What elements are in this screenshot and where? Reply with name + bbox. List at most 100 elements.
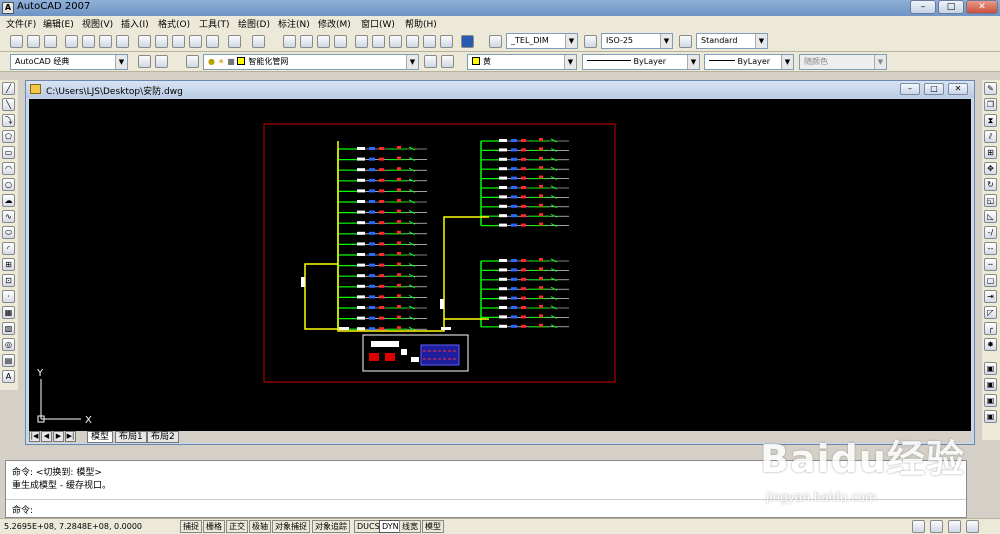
lineweight-select[interactable]: ByLayer ▼: [704, 54, 794, 70]
break-at-point-icon[interactable]: ╌: [984, 258, 997, 271]
menu-window[interactable]: 窗口(W): [361, 17, 395, 30]
otrack-toggle[interactable]: 对象追踪: [312, 520, 350, 533]
trim-icon[interactable]: -/: [984, 226, 997, 239]
osnap-toggle[interactable]: 对象捕捉: [272, 520, 310, 533]
mirror-icon[interactable]: ⧗: [984, 114, 997, 127]
multiline-text-icon[interactable]: A: [2, 370, 15, 383]
region-icon[interactable]: ◎: [2, 338, 15, 351]
polar-toggle[interactable]: 极轴: [249, 520, 271, 533]
arc-icon[interactable]: ◠: [2, 162, 15, 175]
copy-object-icon[interactable]: ❐: [984, 98, 997, 111]
sheet-set-icon[interactable]: [406, 35, 419, 48]
menu-help[interactable]: 帮助(H): [405, 17, 437, 30]
rectangle-icon[interactable]: ▭: [2, 146, 15, 159]
lock-toolbar-icon[interactable]: [930, 520, 943, 533]
revision-cloud-icon[interactable]: ☁: [2, 194, 15, 207]
table-icon[interactable]: ▤: [2, 354, 15, 367]
join-icon[interactable]: ⇥: [984, 290, 997, 303]
menu-draw[interactable]: 绘图(D): [238, 17, 270, 30]
tab-model[interactable]: 模型: [87, 431, 114, 443]
polyline-icon[interactable]: ⤵: [2, 114, 15, 127]
tab-layout1[interactable]: 布局1: [115, 431, 147, 443]
publish-icon[interactable]: [99, 35, 112, 48]
last-tab-button[interactable]: ▶|: [65, 431, 76, 442]
move-icon[interactable]: ✥: [984, 162, 997, 175]
cut-icon[interactable]: [138, 35, 151, 48]
help-icon[interactable]: [461, 35, 474, 48]
draw-order-front-icon[interactable]: ▣: [984, 362, 997, 375]
command-prompt[interactable]: 命令:: [12, 503, 33, 516]
save-icon[interactable]: [44, 35, 57, 48]
menu-edit[interactable]: 编辑(E): [43, 17, 74, 30]
menu-modify[interactable]: 修改(M): [318, 17, 351, 30]
hatch-icon[interactable]: ▦: [2, 306, 15, 319]
explode-icon[interactable]: ✸: [984, 338, 997, 351]
text-style-icon[interactable]: [489, 35, 502, 48]
prev-tab-button[interactable]: ◀: [41, 431, 52, 442]
gradient-icon[interactable]: ▧: [2, 322, 15, 335]
markup-icon[interactable]: [423, 35, 436, 48]
linetype-select[interactable]: ByLayer ▼: [582, 54, 700, 70]
clean-screen-icon[interactable]: [966, 520, 979, 533]
save-workspace-icon[interactable]: [155, 55, 168, 68]
menu-format[interactable]: 格式(O): [158, 17, 190, 30]
menu-view[interactable]: 视图(V): [82, 17, 113, 30]
block-editor-icon[interactable]: [206, 35, 219, 48]
ortho-toggle[interactable]: 正交: [226, 520, 248, 533]
zoom-previous-icon[interactable]: [334, 35, 347, 48]
line-icon[interactable]: ╱: [2, 82, 15, 95]
open-icon[interactable]: [27, 35, 40, 48]
send-under-icon[interactable]: ▣: [984, 410, 997, 423]
plot-preview-icon[interactable]: [82, 35, 95, 48]
drawing-restore-button[interactable]: □: [924, 83, 944, 95]
print-icon[interactable]: [65, 35, 78, 48]
menu-file[interactable]: 文件(F): [6, 17, 36, 30]
zoom-realtime-icon[interactable]: [300, 35, 313, 48]
text-style-select[interactable]: _TEL_DIM ▼: [506, 33, 578, 49]
lineweight-toggle[interactable]: 线宽: [399, 520, 421, 533]
menu-tools[interactable]: 工具(T): [199, 17, 230, 30]
workspace-settings-icon[interactable]: [138, 55, 151, 68]
zoom-window-icon[interactable]: [317, 35, 330, 48]
dim-style-icon[interactable]: [584, 35, 597, 48]
calculator-icon[interactable]: [440, 35, 453, 48]
3d-dwf-icon[interactable]: [116, 35, 129, 48]
first-tab-button[interactable]: |◀: [29, 431, 40, 442]
ellipse-arc-icon[interactable]: ◜: [2, 242, 15, 255]
pan-icon[interactable]: [283, 35, 296, 48]
break-icon[interactable]: ▢: [984, 274, 997, 287]
rotate-icon[interactable]: ↻: [984, 178, 997, 191]
make-current-layer-icon[interactable]: [424, 55, 437, 68]
menu-insert[interactable]: 插入(I): [121, 17, 149, 30]
drawing-minimize-button[interactable]: –: [900, 83, 920, 95]
table-style-icon[interactable]: [679, 35, 692, 48]
workspace-select[interactable]: AutoCAD 经典 ▼: [10, 54, 128, 70]
undo-icon[interactable]: [228, 35, 241, 48]
spline-icon[interactable]: ∿: [2, 210, 15, 223]
model-toggle[interactable]: 模型: [422, 520, 444, 533]
extend-icon[interactable]: --: [984, 242, 997, 255]
chamfer-icon[interactable]: ◸: [984, 306, 997, 319]
make-block-icon[interactable]: ⊡: [2, 274, 15, 287]
drawing-close-button[interactable]: ✕: [948, 83, 968, 95]
tool-palettes-icon[interactable]: [389, 35, 402, 48]
layer-manager-icon[interactable]: [186, 55, 199, 68]
stretch-icon[interactable]: ◺: [984, 210, 997, 223]
communication-center-icon[interactable]: [912, 520, 925, 533]
polygon-icon[interactable]: ⬠: [2, 130, 15, 143]
circle-icon[interactable]: ○: [2, 178, 15, 191]
table-style-select[interactable]: Standard ▼: [696, 33, 768, 49]
scale-icon[interactable]: ◱: [984, 194, 997, 207]
point-icon[interactable]: ·: [2, 290, 15, 303]
color-select[interactable]: 黄 ▼: [467, 54, 577, 70]
ellipse-icon[interactable]: ⬭: [2, 226, 15, 239]
design-center-icon[interactable]: [372, 35, 385, 48]
next-tab-button[interactable]: ▶: [53, 431, 64, 442]
redo-icon[interactable]: [252, 35, 265, 48]
menu-dimension[interactable]: 标注(N): [278, 17, 310, 30]
tray-settings-icon[interactable]: [948, 520, 961, 533]
grid-toggle[interactable]: 栅格: [203, 520, 225, 533]
fillet-icon[interactable]: ╭: [984, 322, 997, 335]
new-icon[interactable]: [10, 35, 23, 48]
properties-icon[interactable]: [355, 35, 368, 48]
